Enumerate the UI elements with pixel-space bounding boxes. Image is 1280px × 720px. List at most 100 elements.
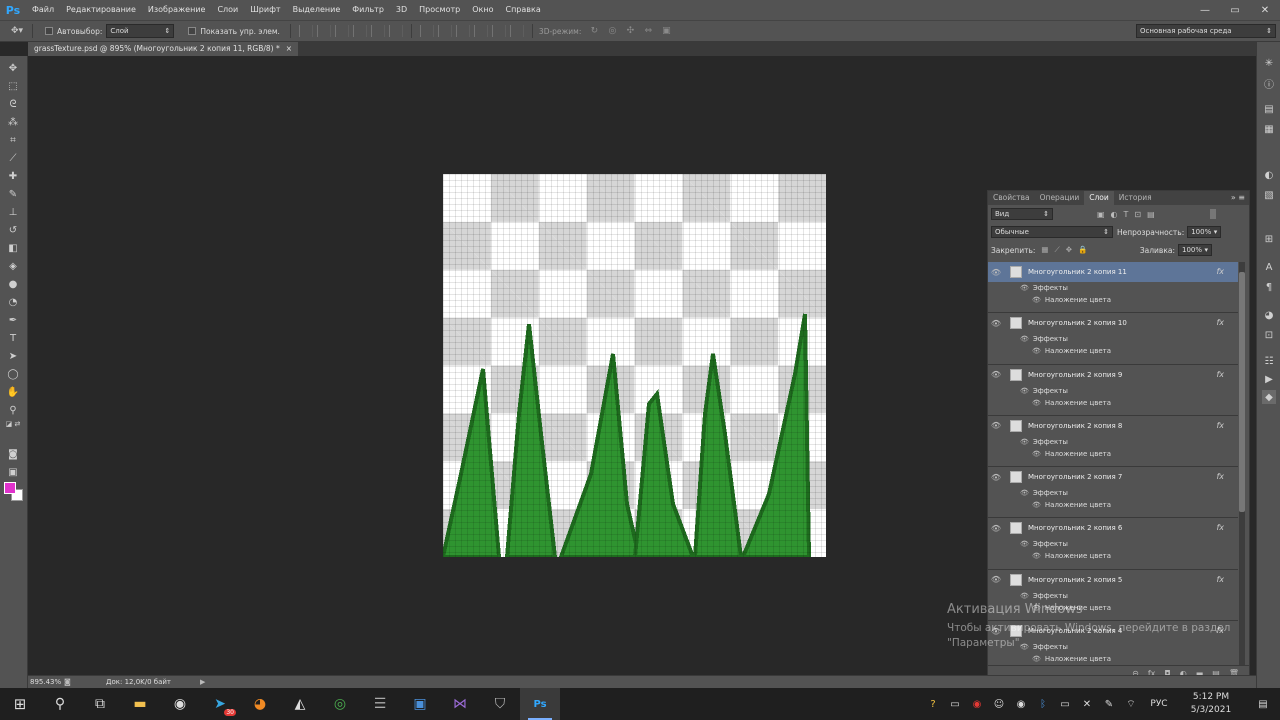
paint-bucket-tool-icon[interactable]: ◈ xyxy=(4,258,22,274)
clone-stamp-tool-icon[interactable]: ⊥ xyxy=(4,204,22,220)
visibility-eye-icon[interactable]: 👁 xyxy=(988,421,1004,430)
magic-wand-tool-icon[interactable]: ⁂ xyxy=(4,114,22,130)
menu-view[interactable]: Просмотр xyxy=(413,0,466,20)
steam-tray-icon[interactable]: ◉ xyxy=(1010,699,1032,710)
telegram-icon[interactable]: ➤ 30 xyxy=(200,688,240,720)
show-transform-checkbox[interactable] xyxy=(188,27,197,35)
visibility-eye-icon[interactable]: 👁 xyxy=(988,370,1004,379)
fx-icon[interactable]: fx xyxy=(1216,472,1224,481)
battery-icon[interactable]: ▭ xyxy=(944,699,966,710)
color-icon[interactable]: ◐ xyxy=(1262,168,1276,182)
visibility-eye-icon[interactable]: 👁 xyxy=(988,575,1004,584)
actions-play-icon[interactable]: ▶ xyxy=(1262,372,1276,386)
mute-icon[interactable]: ✕ xyxy=(1076,699,1098,710)
eraser-tool-icon[interactable]: ◧ xyxy=(4,240,22,256)
layers-scrollbar[interactable] xyxy=(1239,262,1245,665)
distribute-left-icon[interactable] xyxy=(473,25,488,37)
effect-eye-icon[interactable]: 👁 xyxy=(1032,501,1041,509)
fx-icon[interactable]: fx xyxy=(1216,267,1224,276)
menu-select[interactable]: Выделение xyxy=(287,0,347,20)
fx-icon[interactable]: fx xyxy=(1216,370,1224,379)
auto-select-dropdown[interactable]: Слой ⇕ xyxy=(106,24,175,38)
windows-start-icon[interactable]: ⊞ xyxy=(0,688,40,720)
effect-eye-icon[interactable]: 👁 xyxy=(1032,296,1041,304)
menu-edit[interactable]: Редактирование xyxy=(60,0,142,20)
healing-brush-tool-icon[interactable]: ✚ xyxy=(4,168,22,184)
align-hcenter-icon[interactable] xyxy=(370,25,385,37)
layer-row[interactable]: 👁 Многоугольник 2 копия 11 fx 👁 Эффекты 👁 На… xyxy=(988,262,1238,314)
dodge-tool-icon[interactable]: ◔ xyxy=(4,294,22,310)
distribute-bottom-icon[interactable] xyxy=(455,25,470,37)
swap-colors-icon[interactable]: ◪ ⇄ xyxy=(4,416,22,432)
quick-mask-icon[interactable]: ◙ xyxy=(4,446,22,462)
file-explorer-icon[interactable]: ▬ xyxy=(120,688,160,720)
effect-eye-icon[interactable]: 👁 xyxy=(1032,347,1041,355)
adjustments-icon[interactable]: ☷ xyxy=(1262,354,1276,368)
bluetooth-icon[interactable]: ᛒ xyxy=(1032,699,1054,710)
wifi-icon[interactable]: ⌔ xyxy=(1120,698,1142,711)
unity-icon[interactable]: ◭ xyxy=(280,688,320,720)
ellipse-tool-icon[interactable]: ◯ xyxy=(4,366,22,382)
menu-layers[interactable]: Слои xyxy=(211,0,244,20)
paragraph-icon[interactable]: ¶ xyxy=(1262,280,1276,294)
filter-kind-dropdown[interactable]: Вид ⇕ xyxy=(991,208,1053,220)
filter-type-icons[interactable]: ▣◐T⊡▤ xyxy=(1097,210,1161,219)
menu-type[interactable]: Шрифт xyxy=(244,0,286,20)
layer-row[interactable]: 👁 Многоугольник 2 копия 8 fx 👁 Эффекты 👁 Нал… xyxy=(988,416,1238,468)
clone-source-icon[interactable]: ⊡ xyxy=(1262,328,1276,342)
effect-eye-icon[interactable]: 👁 xyxy=(1032,552,1041,560)
marquee-tool-icon[interactable]: ⬚ xyxy=(4,78,22,94)
scrollbar-thumb[interactable] xyxy=(1239,272,1245,512)
notifications-icon[interactable]: ▤ xyxy=(1246,699,1280,710)
steam-icon[interactable]: ◉ xyxy=(160,688,200,720)
brush-presets-icon[interactable]: ⊞ xyxy=(1262,232,1276,246)
layer-row[interactable]: 👁 Многоугольник 2 копия 9 fx 👁 Эффекты 👁 Нал… xyxy=(988,365,1238,416)
fx-icon[interactable]: fx xyxy=(1216,421,1224,430)
pen-tool-icon[interactable]: ✒ xyxy=(4,312,22,328)
scale-3d-icon[interactable]: ▣ xyxy=(657,24,675,38)
blend-mode-dropdown[interactable]: Обычные ⇕ xyxy=(991,226,1113,238)
visibility-eye-icon[interactable]: 👁 xyxy=(988,473,1004,482)
distribute-top-icon[interactable] xyxy=(419,25,434,37)
move-tool-preset-icon[interactable]: ✥▾ xyxy=(8,24,26,38)
visibility-eye-icon[interactable]: 👁 xyxy=(988,319,1004,328)
antivirus-icon[interactable]: ◉ xyxy=(966,699,988,710)
path-selection-tool-icon[interactable]: ➤ xyxy=(4,348,22,364)
effect-eye-icon[interactable]: 👁 xyxy=(1032,655,1041,663)
distribute-vcenter-icon[interactable] xyxy=(437,25,452,37)
align-right-icon[interactable] xyxy=(388,25,403,37)
menu-3d[interactable]: 3D xyxy=(390,0,413,20)
layer-row[interactable]: 👁 Многоугольник 2 копия 10 fx 👁 Эффекты 👁 На… xyxy=(988,313,1238,365)
document-tab[interactable]: grassTexture.psd @ 895% (Многоугольник 2… xyxy=(28,42,298,56)
fx-icon[interactable]: fx xyxy=(1216,575,1224,584)
menu-filter[interactable]: Фильтр xyxy=(346,0,390,20)
shield-icon[interactable]: ⛉ xyxy=(480,688,520,720)
effects-eye-icon[interactable]: 👁 xyxy=(1020,592,1029,600)
database-icon[interactable]: ☰ xyxy=(360,688,400,720)
app-box-icon[interactable]: ▣ xyxy=(400,688,440,720)
type-tool-icon[interactable]: T xyxy=(4,330,22,346)
info-icon[interactable]: ⓘ xyxy=(1262,76,1276,91)
discord-icon[interactable]: ☺ xyxy=(988,699,1010,710)
distribute-hcenter-icon[interactable] xyxy=(491,25,506,37)
navigator-icon[interactable]: ✳ xyxy=(1262,56,1276,70)
status-menu-arrow-icon[interactable]: ▶ xyxy=(200,678,205,686)
roll-3d-icon[interactable]: ◎ xyxy=(603,24,621,38)
eyedropper-tool-icon[interactable]: ⟋ xyxy=(4,150,22,166)
visibility-eye-icon[interactable]: 👁 xyxy=(988,524,1004,533)
layers-panel-icon[interactable]: ◆ xyxy=(1262,390,1276,404)
help-icon[interactable]: ? xyxy=(922,699,944,710)
maximize-icon[interactable]: ▭ xyxy=(1220,0,1250,20)
fill-input[interactable]: 100% ▾ xyxy=(1178,244,1212,256)
effects-eye-icon[interactable]: 👁 xyxy=(1020,284,1029,292)
slide-3d-icon[interactable]: ⇔ xyxy=(639,24,657,38)
align-left-icon[interactable] xyxy=(352,25,367,37)
auto-select-checkbox[interactable] xyxy=(45,27,53,35)
document-canvas[interactable] xyxy=(443,174,826,557)
align-vcenter-icon[interactable] xyxy=(316,25,331,37)
crop-tool-icon[interactable]: ⌗ xyxy=(4,132,22,148)
pan-3d-icon[interactable]: ✣ xyxy=(621,24,639,38)
search-icon[interactable]: ⚲ xyxy=(40,688,80,720)
blur-tool-icon[interactable]: ● xyxy=(4,276,22,292)
move-tool-icon[interactable]: ✥ xyxy=(4,60,22,76)
